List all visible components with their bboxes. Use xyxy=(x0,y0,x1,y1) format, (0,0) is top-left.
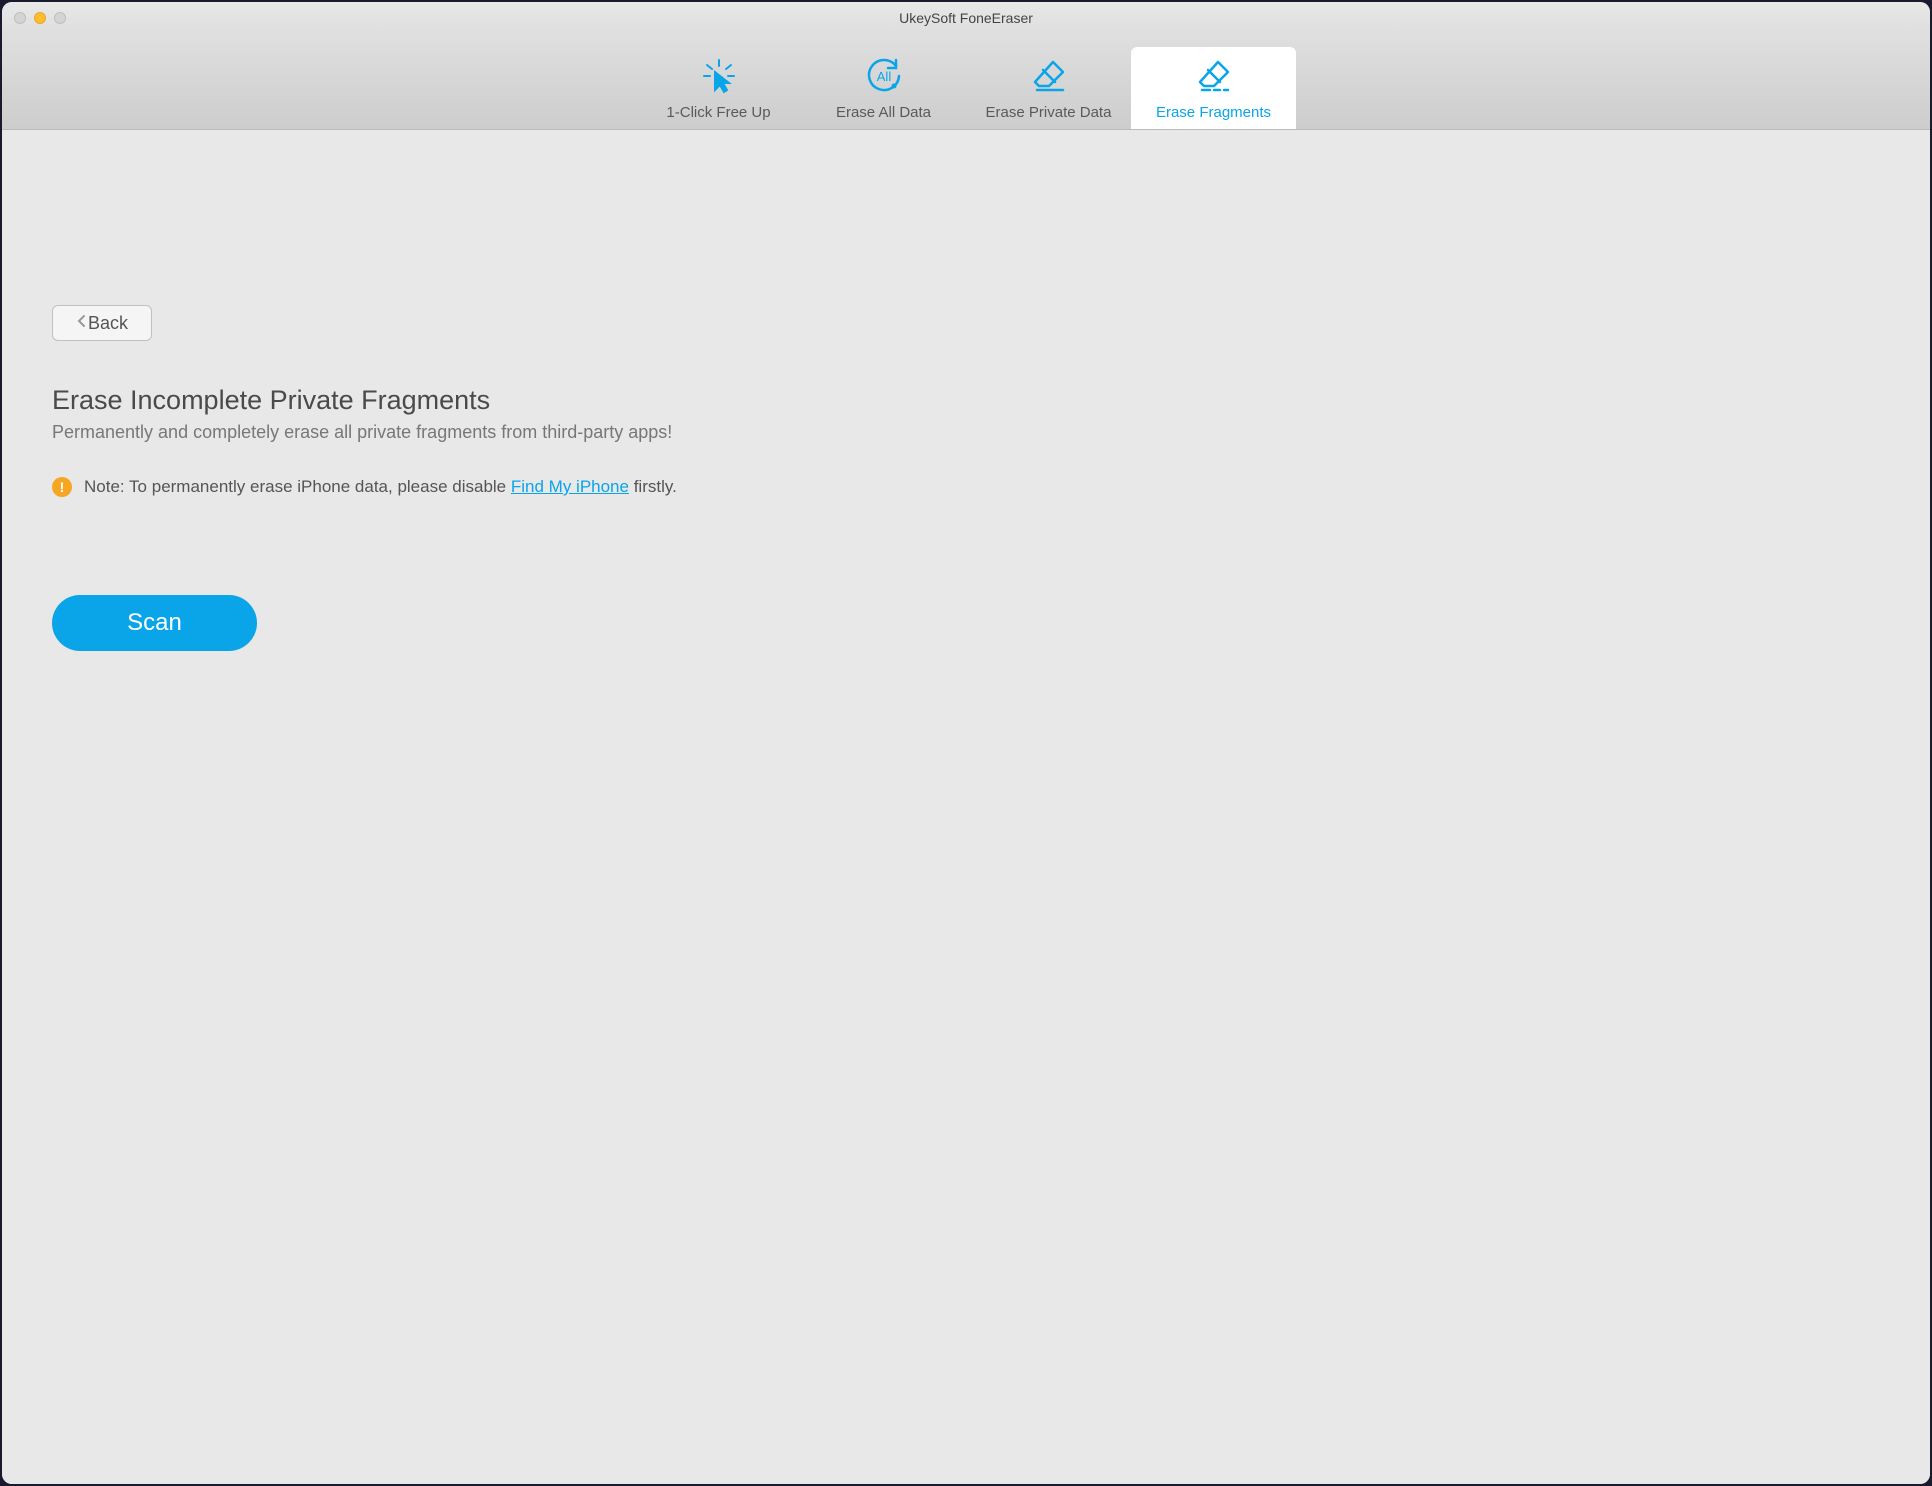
note-text: Note: To permanently erase iPhone data, … xyxy=(84,477,677,497)
content-area: Back Erase Incomplete Private Fragments … xyxy=(2,130,1930,1484)
note-row: ! Note: To permanently erase iPhone data… xyxy=(52,477,677,497)
close-button[interactable] xyxy=(14,12,26,24)
tab-label: 1-Click Free Up xyxy=(666,104,770,121)
note-label: Note: xyxy=(84,477,125,496)
svg-text:All: All xyxy=(876,69,891,84)
scan-button[interactable]: Scan xyxy=(52,595,257,651)
eraser-fragments-icon xyxy=(1194,56,1234,96)
erase-all-icon: All xyxy=(864,56,904,96)
tab-erase-private-data[interactable]: Erase Private Data xyxy=(966,47,1131,129)
cursor-click-icon xyxy=(699,56,739,96)
back-button[interactable]: Back xyxy=(52,305,152,341)
tab-erase-all-data[interactable]: All Erase All Data xyxy=(801,47,966,129)
note-before: To permanently erase iPhone data, please… xyxy=(125,477,511,496)
tab-label: Erase All Data xyxy=(836,104,931,121)
find-my-iphone-link[interactable]: Find My iPhone xyxy=(511,477,629,496)
app-window: UkeySoft FoneEraser 1-Click Free Up xyxy=(2,2,1930,1484)
back-label: Back xyxy=(88,313,128,334)
traffic-lights xyxy=(2,12,66,24)
page-subtitle: Permanently and completely erase all pri… xyxy=(52,422,672,443)
tab-1-click-free-up[interactable]: 1-Click Free Up xyxy=(636,47,801,129)
warning-icon: ! xyxy=(52,477,72,497)
titlebar: UkeySoft FoneEraser xyxy=(2,2,1930,34)
minimize-button[interactable] xyxy=(34,12,46,24)
tab-label: Erase Fragments xyxy=(1156,104,1271,121)
tab-label: Erase Private Data xyxy=(986,104,1112,121)
tab-erase-fragments[interactable]: Erase Fragments xyxy=(1131,47,1296,129)
window-title: UkeySoft FoneEraser xyxy=(899,10,1033,26)
page-title: Erase Incomplete Private Fragments xyxy=(52,385,490,416)
note-after: firstly. xyxy=(629,477,677,496)
chevron-left-icon xyxy=(76,314,86,333)
maximize-button[interactable] xyxy=(54,12,66,24)
eraser-icon xyxy=(1029,56,1069,96)
tab-bar: 1-Click Free Up All Erase All Data xyxy=(2,34,1930,130)
